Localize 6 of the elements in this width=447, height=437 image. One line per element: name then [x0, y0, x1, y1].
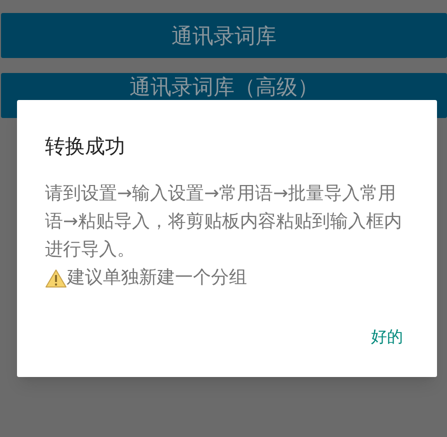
- ok-button[interactable]: 好的: [361, 321, 413, 353]
- dialog-message: 请到设置→输入设置→常用语→批量导入常用语→粘贴导入，将剪贴板内容粘贴到输入框内进行导入。: [45, 182, 404, 262]
- warning-text: 建议单独新建一个分组: [67, 266, 247, 290]
- menu-button[interactable]: 通讯录词库: [1, 13, 447, 58]
- warning-icon: [45, 268, 67, 288]
- dialog-title: 转换成功: [45, 133, 126, 160]
